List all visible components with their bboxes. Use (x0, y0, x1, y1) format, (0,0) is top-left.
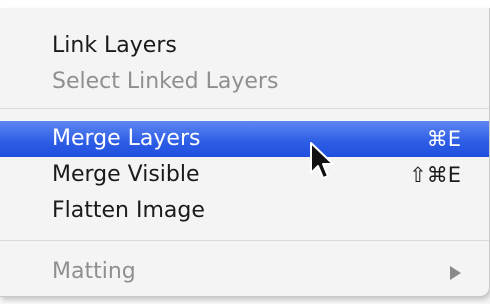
menu-separator (0, 240, 489, 241)
background-document-strip (0, 0, 490, 8)
screenshot-stage: Link Layers Select Linked Layers Merge L… (0, 0, 490, 304)
menu-item-label: Merge Layers (52, 126, 201, 151)
menu-item-label: Matting (52, 259, 136, 284)
menu-item-flatten-image[interactable]: Flatten Image (0, 193, 489, 229)
menu-item-label: Flatten Image (52, 198, 205, 223)
mouse-pointer-icon (310, 142, 334, 179)
menu-item-shortcut: ⇧⌘E (409, 163, 461, 187)
menu-item-select-linked-layers: Select Linked Layers (0, 64, 489, 100)
menu-separator (0, 108, 489, 109)
menu-item-label: Merge Visible (52, 162, 200, 187)
menu-item-label: Select Linked Layers (52, 69, 279, 94)
menu-item-merge-visible[interactable]: Merge Visible ⇧⌘E (0, 157, 489, 193)
menu-item-merge-layers[interactable]: Merge Layers ⌘E (0, 121, 489, 157)
menu-item-link-layers[interactable]: Link Layers (0, 28, 489, 64)
menu-item-matting: Matting (0, 254, 489, 290)
layer-context-menu: Link Layers Select Linked Layers Merge L… (0, 8, 490, 297)
menu-item-shortcut: ⌘E (426, 127, 461, 151)
submenu-arrow-icon (450, 266, 461, 280)
menu-item-label: Link Layers (52, 33, 177, 58)
